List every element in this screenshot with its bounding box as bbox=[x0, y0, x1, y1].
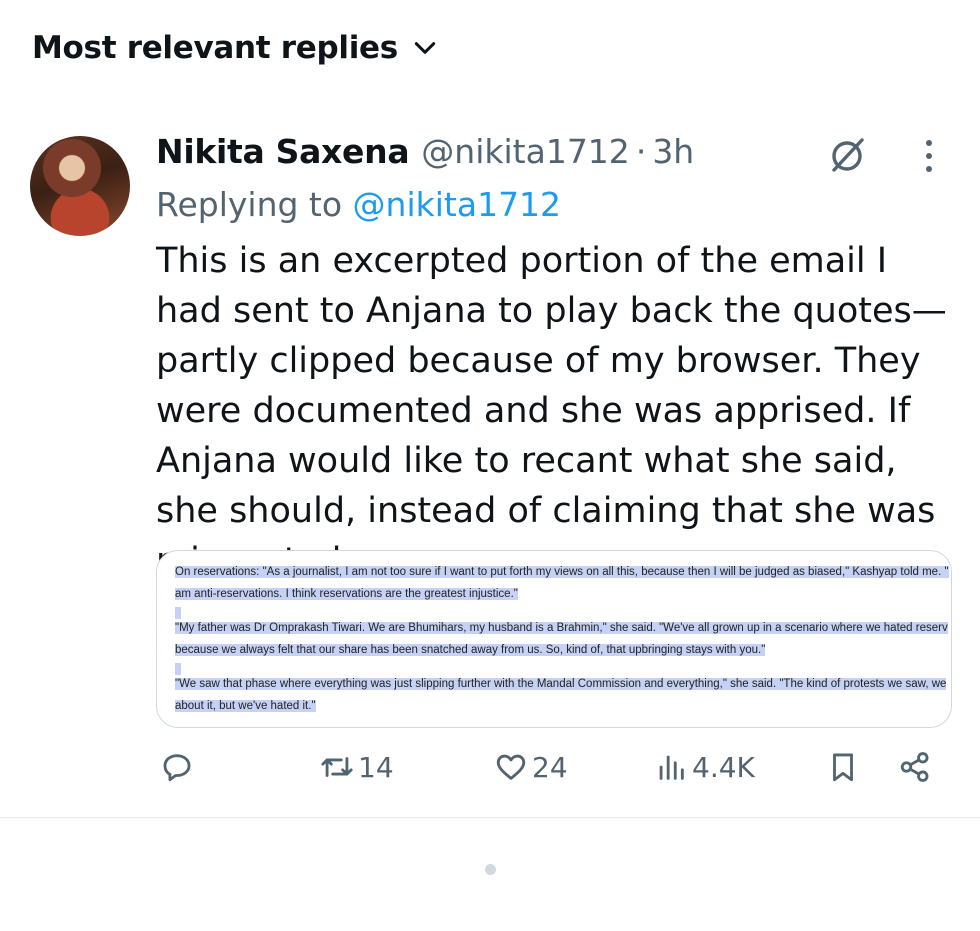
reply-tweet: Nikita Saxena @nikita1712 · 3h Replying … bbox=[156, 128, 956, 586]
tweet-text: This is an excerpted portion of the emai… bbox=[156, 241, 947, 581]
share-button[interactable] bbox=[898, 750, 932, 784]
grok-icon[interactable] bbox=[826, 133, 870, 177]
email-excerpt-image: On reservations: "As a journalist, I am … bbox=[175, 561, 951, 717]
meta-separator: · bbox=[635, 132, 647, 171]
excerpt-line: "We saw that phase where everything was … bbox=[175, 678, 947, 690]
share-icon bbox=[900, 752, 929, 782]
attached-image[interactable]: On reservations: "As a journalist, I am … bbox=[156, 550, 952, 728]
like-button[interactable]: 24 bbox=[494, 750, 568, 784]
tweet-time[interactable]: 3h bbox=[652, 128, 694, 176]
excerpt-line: about it, but we've hated it." bbox=[175, 700, 316, 712]
avatar[interactable] bbox=[30, 136, 130, 236]
retweet-count: 14 bbox=[358, 750, 394, 784]
like-count: 24 bbox=[532, 750, 568, 784]
replying-handle-link[interactable]: @nikita1712 bbox=[353, 185, 562, 224]
reply-icon bbox=[163, 754, 191, 782]
tweet-actions: 14 24 4.4K bbox=[160, 750, 940, 794]
replying-to: Replying to @nikita1712 bbox=[156, 180, 956, 230]
excerpt-line: On reservations: "As a journalist, I am … bbox=[175, 566, 949, 578]
view-count: 4.4K bbox=[692, 750, 755, 784]
retweet-button[interactable]: 14 bbox=[320, 750, 394, 784]
more-vertical-icon[interactable] bbox=[920, 138, 938, 174]
author-name[interactable]: Nikita Saxena bbox=[156, 128, 410, 176]
bookmark-icon bbox=[833, 753, 853, 782]
replying-prefix: Replying to bbox=[156, 185, 343, 224]
heart-icon bbox=[496, 754, 526, 780]
views-icon bbox=[659, 755, 684, 780]
bookmark-button[interactable] bbox=[826, 750, 860, 784]
divider bbox=[0, 817, 980, 818]
loading-indicator bbox=[485, 864, 496, 875]
views-button[interactable]: 4.4K bbox=[654, 750, 755, 784]
chevron-down-icon bbox=[414, 42, 436, 54]
sort-label: Most relevant replies bbox=[32, 30, 398, 66]
reply-button[interactable] bbox=[160, 750, 198, 784]
excerpt-line: am anti-reservations. I think reservatio… bbox=[175, 588, 518, 600]
retweet-icon bbox=[321, 757, 353, 777]
author-handle[interactable]: @nikita1712 bbox=[421, 128, 630, 176]
excerpt-line: "My father was Dr Omprakash Tiwari. We a… bbox=[175, 622, 948, 634]
excerpt-line: because we always felt that our share ha… bbox=[175, 644, 766, 656]
sort-replies-button[interactable]: Most relevant replies bbox=[32, 30, 438, 66]
